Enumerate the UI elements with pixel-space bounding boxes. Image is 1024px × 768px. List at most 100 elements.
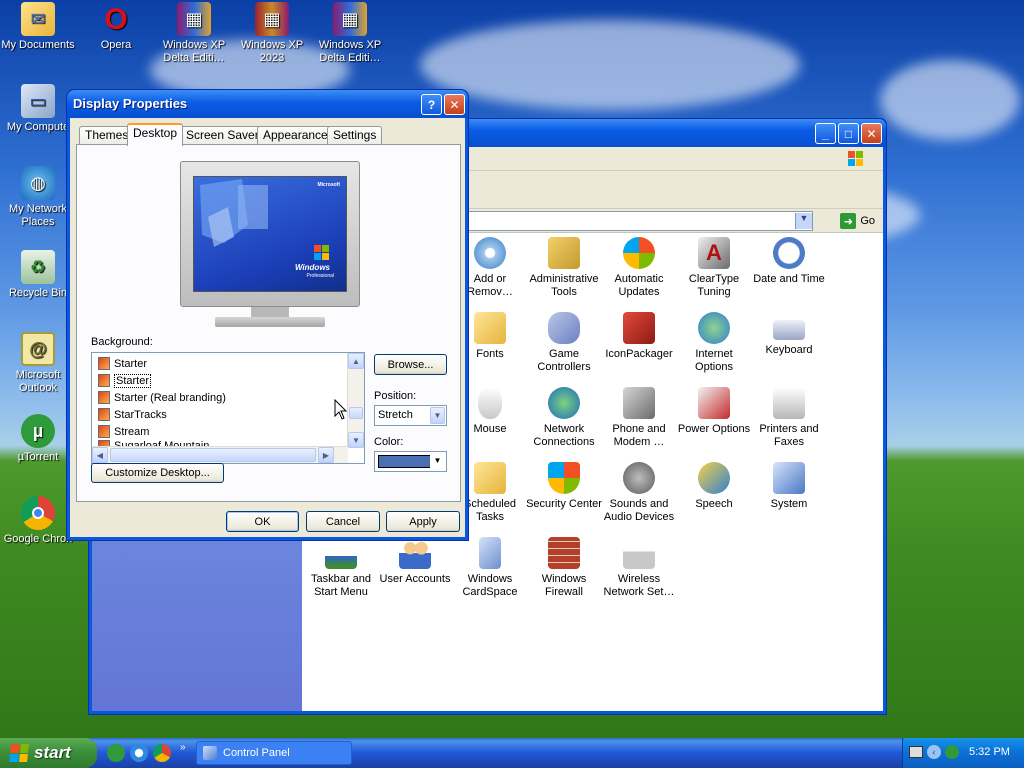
cp-item-security-center[interactable]: Security Center bbox=[525, 462, 603, 511]
cp-item-printers-faxes[interactable]: Printers and Faxes bbox=[750, 387, 828, 449]
desktop-icon-network-places[interactable]: ◍ My Network Places bbox=[0, 166, 76, 229]
scroll-thumb[interactable] bbox=[349, 407, 363, 419]
color-picker[interactable]: ▼ bbox=[374, 451, 447, 472]
tab-screen-saver[interactable]: Screen Saver bbox=[180, 126, 265, 145]
cp-item-cleartype[interactable]: A ClearType Tuning bbox=[675, 237, 753, 299]
ok-button[interactable]: OK bbox=[226, 511, 299, 532]
chevron-down-icon[interactable]: ▼ bbox=[430, 407, 445, 424]
desktop-icon-xp-delta-1[interactable]: ▦ Windows XP Delta Editi… bbox=[156, 2, 232, 65]
chevron-down-icon[interactable]: ▼ bbox=[430, 453, 445, 470]
list-item[interactable]: StarTracks bbox=[98, 406, 167, 423]
firewall-icon bbox=[548, 537, 580, 569]
desktop-icon-my-computer[interactable]: ▭ My Compute bbox=[0, 84, 76, 134]
tab-desktop[interactable]: Desktop bbox=[127, 123, 184, 146]
utorrent-icon: µ bbox=[21, 414, 55, 448]
cp-item-windows-firewall[interactable]: Windows Firewall bbox=[525, 537, 603, 599]
cp-item-administrative-tools[interactable]: Administrative Tools bbox=[525, 237, 603, 299]
scroll-left-icon[interactable]: ◀ bbox=[92, 447, 108, 463]
close-button[interactable]: ✕ bbox=[861, 123, 882, 144]
background-list[interactable]: Starter Starter Starter (Real branding) … bbox=[91, 352, 365, 464]
game-controller-icon bbox=[548, 312, 580, 344]
monitor-neck bbox=[251, 307, 289, 317]
taskbar-item-control-panel[interactable]: Control Panel bbox=[196, 741, 352, 765]
cp-item-system[interactable]: System bbox=[750, 462, 828, 511]
keyboard-tray-icon[interactable] bbox=[909, 746, 923, 758]
cp-item-sounds-audio[interactable]: Sounds and Audio Devices bbox=[600, 462, 678, 524]
go-button[interactable]: ➜ Go bbox=[840, 212, 875, 230]
chrome-icon[interactable] bbox=[153, 744, 171, 762]
cp-item-network-connections[interactable]: Network Connections bbox=[525, 387, 603, 449]
tab-settings[interactable]: Settings bbox=[327, 126, 383, 145]
apply-button[interactable]: Apply bbox=[386, 511, 460, 532]
cp-item-phone-modem[interactable]: Phone and Modem … bbox=[600, 387, 678, 449]
desktop-icon-opera[interactable]: O Opera bbox=[78, 2, 154, 52]
list-item[interactable]: Starter bbox=[98, 355, 147, 372]
cp-item-cardspace[interactable]: Windows CardSpace bbox=[451, 537, 529, 599]
cp-item-iconpackager[interactable]: IconPackager bbox=[600, 312, 678, 361]
desktop-icon-xp-delta-2[interactable]: ▦ Windows XP Delta Editi… bbox=[312, 2, 388, 65]
network-places-icon: ◍ bbox=[21, 166, 55, 200]
chevron-right-icon[interactable]: » bbox=[180, 742, 186, 753]
internet-explorer-icon[interactable] bbox=[130, 744, 148, 762]
color-label: Color: bbox=[374, 436, 404, 448]
windows-logo-icon bbox=[841, 149, 871, 169]
cleartype-icon: A bbox=[698, 237, 730, 269]
cp-item-date-time[interactable]: Date and Time bbox=[750, 237, 828, 286]
cp-item-speech[interactable]: Speech bbox=[675, 462, 753, 511]
clock[interactable]: 5:32 PM bbox=[969, 746, 1010, 758]
display-properties-dialog[interactable]: Display Properties ? ✕ Themes Desktop Sc… bbox=[66, 89, 469, 541]
tab-appearance[interactable]: Appearance bbox=[257, 126, 334, 145]
fonts-folder-icon bbox=[474, 312, 506, 344]
help-button[interactable]: ? bbox=[421, 94, 442, 115]
list-item-selected[interactable]: Starter bbox=[98, 372, 152, 389]
image-file-icon bbox=[98, 357, 110, 370]
list-item[interactable]: Starter (Real branding) bbox=[98, 389, 226, 406]
monitor-preview: Microsoft Windows Professional bbox=[177, 161, 363, 333]
expand-tray-icon[interactable]: ‹ bbox=[927, 745, 941, 759]
color-swatch bbox=[378, 455, 433, 468]
desktop-icon-recycle-bin[interactable]: ♻ Recycle Bin bbox=[0, 250, 76, 300]
cp-item-power-options[interactable]: Power Options bbox=[675, 387, 753, 436]
scroll-thumb-horizontal[interactable] bbox=[110, 448, 316, 462]
phone-modem-icon bbox=[623, 387, 655, 419]
cancel-button[interactable]: Cancel bbox=[306, 511, 380, 532]
recycle-bin-icon: ♻ bbox=[21, 250, 55, 284]
cp-item-keyboard[interactable]: Keyboard bbox=[750, 312, 828, 357]
cp-item-user-accounts[interactable]: User Accounts bbox=[376, 537, 454, 586]
cp-item-automatic-updates[interactable]: Automatic Updates bbox=[600, 237, 678, 299]
monitor-base bbox=[215, 317, 325, 327]
scheduled-tasks-icon bbox=[474, 462, 506, 494]
horizontal-scrollbar[interactable]: ◀ ▶ bbox=[92, 446, 348, 463]
scroll-down-icon[interactable]: ▼ bbox=[348, 432, 364, 448]
image-file-icon bbox=[98, 374, 110, 387]
dialog-titlebar[interactable]: Display Properties ? ✕ bbox=[67, 90, 468, 118]
image-file-icon bbox=[98, 408, 110, 421]
scroll-up-icon[interactable]: ▲ bbox=[348, 353, 364, 369]
cp-item-game-controllers[interactable]: Game Controllers bbox=[525, 312, 603, 374]
desktop-icon-outlook[interactable]: @ Microsoft Outlook bbox=[0, 332, 76, 395]
date-time-icon bbox=[773, 237, 805, 269]
maximize-button[interactable]: □ bbox=[838, 123, 859, 144]
cp-item-taskbar-start[interactable]: Taskbar and Start Menu bbox=[302, 537, 380, 599]
vertical-scrollbar[interactable]: ▲ ▼ bbox=[347, 353, 364, 448]
cp-item-wireless-network[interactable]: Wireless Network Set… bbox=[600, 537, 678, 599]
desktop-icon-chrome[interactable]: Google Chron bbox=[0, 496, 76, 546]
chevron-down-icon[interactable]: ▼ bbox=[795, 213, 812, 229]
monitor-frame: Microsoft Windows Professional bbox=[180, 161, 360, 307]
desktop-icon-my-documents[interactable]: ✉ My Documents bbox=[0, 2, 76, 52]
scroll-right-icon[interactable]: ▶ bbox=[318, 447, 334, 463]
list-item[interactable]: Stream bbox=[98, 423, 149, 440]
customize-desktop-button[interactable]: Customize Desktop... bbox=[91, 463, 224, 483]
utorrent-icon[interactable] bbox=[107, 744, 125, 762]
minimize-button[interactable]: _ bbox=[815, 123, 836, 144]
cp-item-internet-options[interactable]: Internet Options bbox=[675, 312, 753, 374]
network-connections-icon bbox=[548, 387, 580, 419]
utorrent-tray-icon[interactable] bbox=[945, 745, 959, 759]
automatic-updates-icon bbox=[623, 237, 655, 269]
browse-button[interactable]: Browse... bbox=[374, 354, 447, 375]
start-button[interactable]: start bbox=[0, 738, 97, 768]
position-select[interactable]: Stretch ▼ bbox=[374, 405, 447, 426]
dialog-close-button[interactable]: ✕ bbox=[444, 94, 465, 115]
desktop-icon-utorrent[interactable]: µ µTorrent bbox=[0, 414, 76, 464]
desktop-icon-xp-2023[interactable]: ▦ Windows XP 2023 bbox=[234, 2, 310, 65]
